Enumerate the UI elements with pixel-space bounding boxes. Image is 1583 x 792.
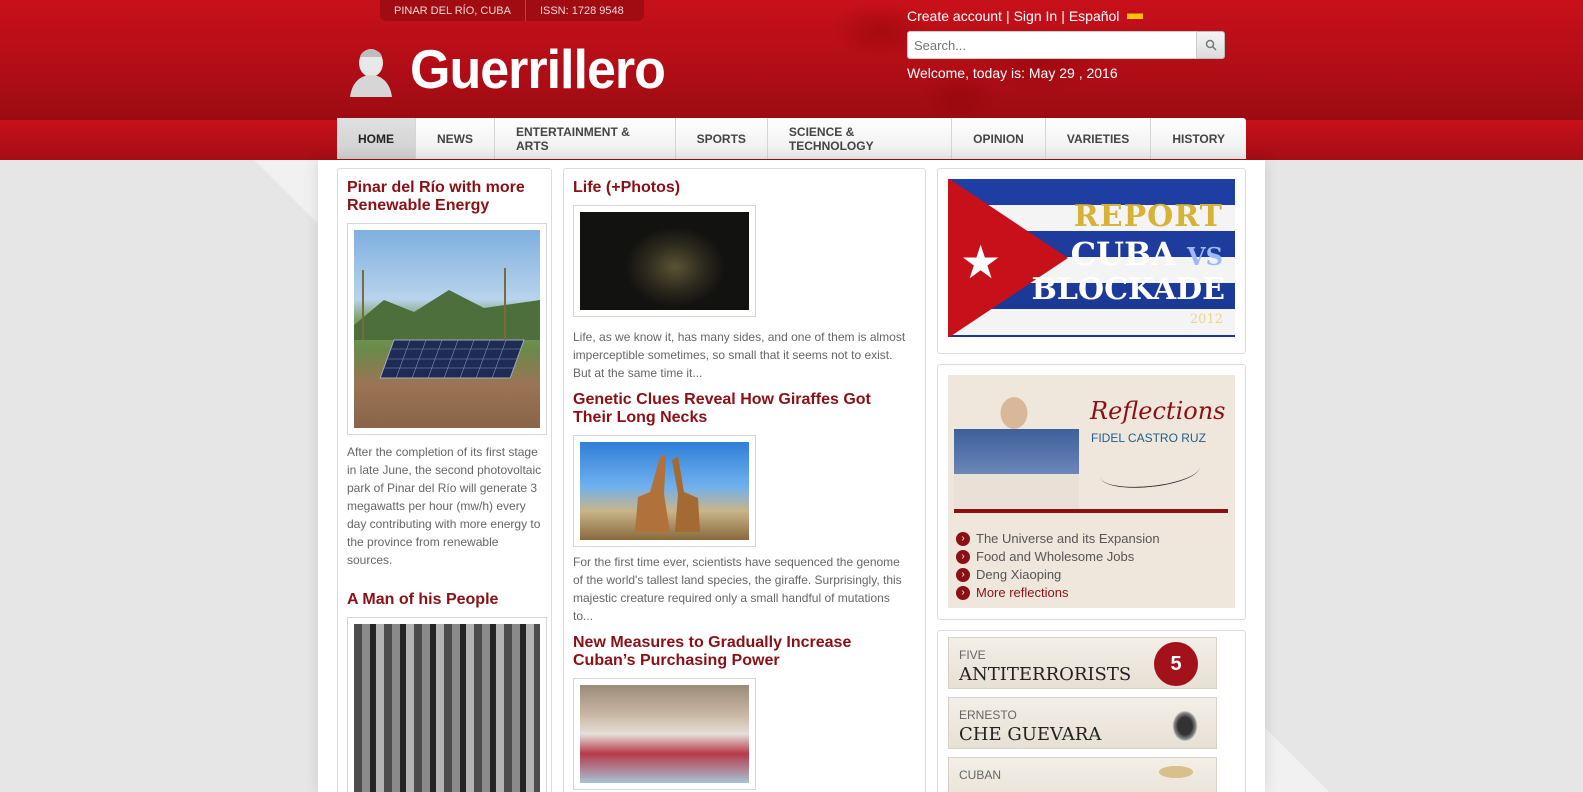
article-summary: For the first time ever, scientists have… xyxy=(573,555,902,623)
search-icon xyxy=(1205,39,1217,51)
list-item[interactable]: › More reflections xyxy=(956,584,1160,602)
reflections-panel: Reflections FIDEL CASTRO RUZ › The Univer… xyxy=(948,375,1235,608)
separator: | xyxy=(1061,8,1065,24)
article-image[interactable] xyxy=(573,435,756,547)
article-image[interactable] xyxy=(347,223,547,435)
list-item[interactable]: › Food and Wholesome Jobs xyxy=(956,548,1160,566)
banner-line-blockade: BLOCKADE xyxy=(1031,272,1225,307)
language-link[interactable]: Español xyxy=(1069,8,1120,24)
location-text: PINAR DEL RÍO, CUBA xyxy=(394,4,511,17)
market-photo xyxy=(580,685,749,783)
special-sections-box: FIVE ANTITERRORISTS 5 ERNESTO CHE GUEVAR… xyxy=(937,630,1246,792)
article-title[interactable]: Life (+Photos) xyxy=(573,179,913,197)
list-item[interactable]: › The Universe and its Expansion xyxy=(956,530,1160,548)
issn-text: ISSN: 1728 9548 xyxy=(539,4,624,17)
reflections-list: › The Universe and its Expansion › Food an… xyxy=(956,530,1160,602)
reflections-author: FIDEL CASTRO RUZ xyxy=(1091,431,1206,445)
banner-line-cuba: CUBA VS xyxy=(1071,235,1223,273)
nav-sports[interactable]: SPORTS xyxy=(676,118,768,159)
search-input[interactable] xyxy=(907,31,1197,59)
site-header xyxy=(0,0,1583,120)
nav-home[interactable]: HOME xyxy=(337,118,416,159)
bust-icon xyxy=(344,43,398,97)
sign-in-link[interactable]: Sign In xyxy=(1014,8,1058,24)
che-portrait xyxy=(1140,700,1210,748)
link-title: ANTITERRORISTS xyxy=(959,664,1132,685)
star-badge-icon: 5 xyxy=(1154,642,1198,686)
link-title: CHE GUEVARA xyxy=(959,724,1102,745)
star-icon: ★ xyxy=(960,236,1002,288)
five-antiterrorists-link[interactable]: FIVE ANTITERRORISTS 5 xyxy=(948,637,1217,689)
reflection-link[interactable]: The Universe and its Expansion xyxy=(976,530,1160,548)
reflections-title[interactable]: Reflections xyxy=(1090,397,1225,425)
article-title[interactable]: A Man of his People xyxy=(347,591,547,609)
chevron-right-icon: › xyxy=(956,568,970,582)
article-image[interactable] xyxy=(573,205,756,317)
article-summary: After the completion of its first stage … xyxy=(347,445,542,567)
nav-news[interactable]: NEWS xyxy=(416,118,495,159)
news-column: Life (+Photos) Life, as we know it, has … xyxy=(563,168,926,792)
chevron-right-icon: › xyxy=(956,586,970,600)
report-banner-box: ★ REPORT CUBA VS BLOCKADE 2012 xyxy=(937,168,1246,354)
list-item[interactable]: › Deng Xiaoping xyxy=(956,566,1160,584)
nav-entertainment-arts[interactable]: ENTERTAINMENT & ARTS xyxy=(495,118,676,159)
solar-panels-photo xyxy=(354,230,540,428)
cuba-vs-blockade-banner[interactable]: ★ REPORT CUBA VS BLOCKADE 2012 xyxy=(948,179,1235,337)
banner-year: 2012 xyxy=(1189,312,1223,327)
che-guevara-link[interactable]: ERNESTO CHE GUEVARA xyxy=(948,697,1217,749)
more-reflections-link[interactable]: More reflections xyxy=(976,584,1068,602)
welcome-date: Welcome, today is: May 29 , 2016 xyxy=(907,65,1118,81)
nav-varieties[interactable]: VARIETIES xyxy=(1046,118,1152,159)
article-summary: Life, as we know it, has many sides, and… xyxy=(573,330,906,380)
nav-opinion[interactable]: OPINION xyxy=(952,118,1046,159)
reflection-link[interactable]: Deng Xiaoping xyxy=(976,566,1061,584)
reflections-box: Reflections FIDEL CASTRO RUZ › The Univer… xyxy=(937,364,1246,620)
nav-history[interactable]: HISTORY xyxy=(1151,118,1246,159)
article-title[interactable]: Genetic Clues Reveal How Giraffes Got Th… xyxy=(573,391,913,427)
brand-name: Guerrillero xyxy=(410,39,666,101)
banner-line-report: REPORT xyxy=(1073,199,1223,234)
search-button[interactable] xyxy=(1197,31,1225,59)
giraffes-photo xyxy=(580,442,749,540)
reflection-link[interactable]: Food and Wholesome Jobs xyxy=(976,548,1134,566)
search-form xyxy=(907,31,1225,59)
site-logo[interactable]: Guerrillero xyxy=(344,39,666,101)
cuban-link[interactable]: CUBAN xyxy=(948,757,1217,792)
cuban-portrait xyxy=(1146,762,1206,792)
article-image[interactable] xyxy=(573,678,756,790)
nav-science-technology[interactable]: SCIENCE & TECHNOLOGY xyxy=(768,118,953,159)
featured-column: Pinar del Río with more Renewable Energy… xyxy=(337,168,552,792)
banner-cuba: CUBA xyxy=(1070,235,1176,273)
top-info-bar: PINAR DEL RÍO, CUBA ISSN: 1728 9548 xyxy=(380,0,644,21)
historic-photo xyxy=(354,624,540,792)
spain-flag-icon[interactable] xyxy=(1127,10,1144,22)
chevron-right-icon: › xyxy=(956,550,970,564)
signature xyxy=(1098,451,1202,493)
article-image[interactable] xyxy=(347,617,547,792)
link-kicker: FIVE xyxy=(959,648,986,662)
article-title[interactable]: Pinar del Río with more Renewable Energy xyxy=(347,179,547,215)
article-title[interactable]: New Measures to Gradually Increase Cuban… xyxy=(573,634,913,670)
banner-vs: VS xyxy=(1187,242,1223,271)
main-nav: HOME NEWS ENTERTAINMENT & ARTS SPORTS SC… xyxy=(337,118,1246,159)
life-photo xyxy=(580,212,749,310)
link-kicker: ERNESTO xyxy=(959,708,1017,722)
chevron-right-icon: › xyxy=(956,532,970,546)
separator: | xyxy=(1005,8,1010,24)
fidel-portrait xyxy=(954,379,1079,511)
create-account-link[interactable]: Create account xyxy=(907,8,1002,24)
account-links: Create account | Sign In | Español xyxy=(907,8,1144,24)
divider xyxy=(954,509,1228,513)
link-kicker: CUBAN xyxy=(959,768,1002,782)
